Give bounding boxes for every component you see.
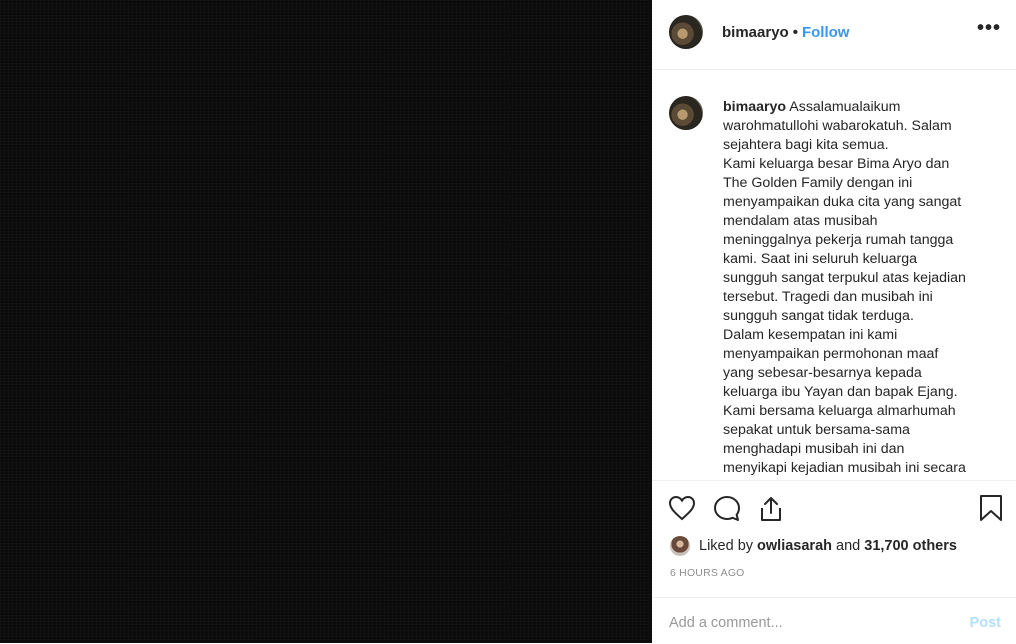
comment-input[interactable]: Add a comment...: [669, 615, 783, 631]
author-line: bimaaryo • Follow: [722, 24, 849, 41]
heart-icon[interactable]: [668, 495, 696, 526]
liker-avatar[interactable]: [670, 536, 690, 556]
post-header: bimaaryo • Follow •••: [652, 0, 1016, 70]
post-comment-button[interactable]: Post: [970, 615, 1001, 631]
likes-middle: and: [836, 538, 861, 554]
comment-icon[interactable]: [713, 495, 741, 527]
likes-count[interactable]: 31,700 others: [864, 538, 957, 554]
likes-prefix: Liked by: [699, 538, 754, 554]
likes-summary: Liked by owliasarah and 31,700 others: [670, 536, 957, 556]
follow-button[interactable]: Follow: [802, 24, 850, 41]
author-avatar[interactable]: [669, 15, 703, 49]
separator-dot: •: [792, 24, 798, 41]
bookmark-icon[interactable]: [979, 494, 1003, 527]
post-timestamp[interactable]: 6 HOURS AGO: [670, 567, 745, 579]
comment-bar: Add a comment... Post: [652, 597, 1016, 644]
caption-username[interactable]: bimaaryo: [723, 99, 786, 115]
post-image[interactable]: [0, 0, 652, 643]
more-options-icon[interactable]: •••: [977, 18, 1001, 38]
liker-username[interactable]: owliasarah: [757, 538, 832, 554]
post-caption: bimaaryo Assalamualaikum warohmatullohi …: [723, 98, 993, 478]
comments-scroll-area[interactable]: bimaaryo Assalamualaikum warohmatullohi …: [652, 70, 1016, 480]
instagram-post-view: bimaaryo • Follow ••• bimaaryo Assalamuala…: [0, 0, 1016, 643]
caption-text: Assalamualaikum warohmatullohi wabarokat…: [723, 99, 966, 476]
post-side-panel: bimaaryo • Follow ••• bimaaryo Assalamuala…: [652, 0, 1016, 643]
caption-author-avatar[interactable]: [669, 96, 703, 130]
author-username[interactable]: bimaaryo: [722, 24, 789, 41]
share-icon[interactable]: [758, 495, 784, 528]
action-bar: [652, 480, 1016, 529]
